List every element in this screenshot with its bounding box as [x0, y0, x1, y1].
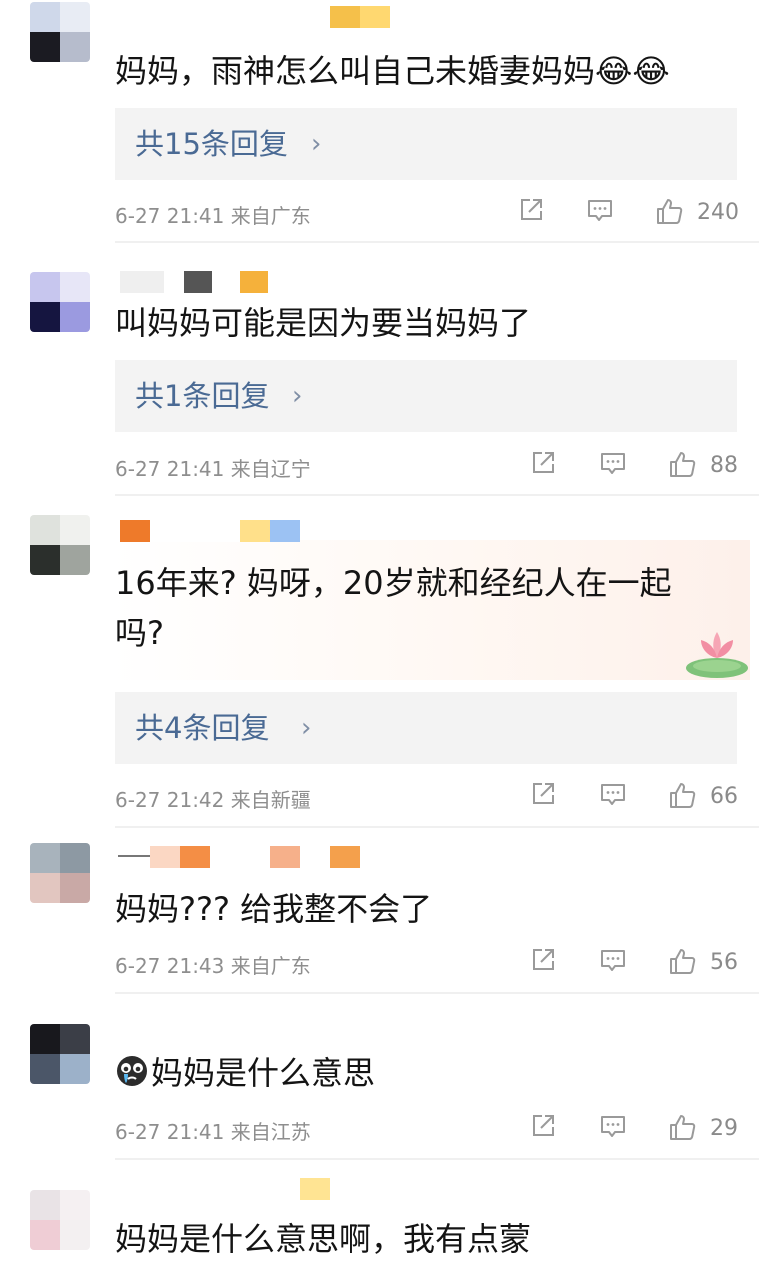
- timestamp: 6-27 21:41 来自江苏: [115, 1120, 311, 1144]
- thumbs-up-icon[interactable]: [668, 449, 698, 479]
- comment-meta: 6-27 21:42 来自新疆 66: [115, 780, 738, 814]
- thumbs-up-icon[interactable]: [668, 780, 698, 810]
- chevron-right-icon: ›: [311, 129, 322, 159]
- chevron-right-icon: ›: [301, 713, 312, 743]
- avatar[interactable]: [30, 843, 90, 903]
- share-icon[interactable]: [517, 196, 545, 224]
- comment-icon[interactable]: [599, 1112, 627, 1140]
- comment-text: 妈妈，雨神怎么叫自己未婚妻妈妈😂😂: [115, 52, 670, 90]
- divider: [115, 1158, 759, 1160]
- avatar[interactable]: [30, 515, 90, 575]
- share-icon[interactable]: [529, 449, 557, 477]
- comment-meta: 6-27 21:41 来自江苏 29: [115, 1112, 738, 1146]
- thumbs-up-icon[interactable]: [655, 196, 685, 226]
- username-censored[interactable]: [120, 520, 300, 542]
- comment-text-content: 妈妈是什么意思: [151, 1054, 376, 1092]
- timestamp: 6-27 21:41 来自广东: [115, 204, 311, 228]
- comment-icon[interactable]: [599, 449, 627, 477]
- reply-expander[interactable]: 共4条回复 ›: [115, 692, 737, 764]
- thumbs-up-icon[interactable]: [668, 946, 698, 976]
- crying-face-emoji: [115, 1052, 149, 1102]
- avatar[interactable]: [30, 1024, 90, 1084]
- chevron-right-icon: ›: [292, 381, 303, 411]
- divider: [115, 494, 759, 496]
- comment-text: 妈妈??? 给我整不会了: [115, 890, 433, 928]
- reply-count: 共4条回复: [135, 711, 270, 745]
- like-count: 240: [697, 200, 739, 225]
- divider: [115, 992, 759, 994]
- comment-meta: 6-27 21:41 来自辽宁 88: [115, 449, 738, 483]
- reply-expander[interactable]: 共15条回复 ›: [115, 108, 737, 180]
- comment-text: 妈妈是什么意思啊，我有点蒙: [115, 1220, 532, 1258]
- divider: [115, 241, 759, 243]
- lotus-sticker: [684, 624, 750, 684]
- like-count: 29: [710, 1116, 738, 1141]
- comment-meta: 6-27 21:43 来自广东 56: [115, 946, 738, 980]
- avatar[interactable]: [30, 1190, 90, 1250]
- like-count: 56: [710, 950, 738, 975]
- thumbs-up-icon[interactable]: [668, 1112, 698, 1142]
- avatar[interactable]: [30, 272, 90, 332]
- like-count: 88: [710, 453, 738, 478]
- username-censored[interactable]: [118, 846, 360, 868]
- reply-count: 共1条回复: [135, 379, 270, 413]
- like-count: 66: [710, 784, 738, 809]
- share-icon[interactable]: [529, 1112, 557, 1140]
- avatar[interactable]: [30, 2, 90, 62]
- username-censored[interactable]: [120, 271, 268, 293]
- username-censored[interactable]: [330, 6, 390, 28]
- share-icon[interactable]: [529, 780, 557, 808]
- share-icon[interactable]: [529, 946, 557, 974]
- comment-icon[interactable]: [599, 946, 627, 974]
- timestamp: 6-27 21:41 来自辽宁: [115, 457, 311, 481]
- comment-text: 妈妈是什么意思: [115, 1048, 737, 1102]
- timestamp: 6-27 21:43 来自广东: [115, 954, 311, 978]
- username-censored[interactable]: [300, 1178, 330, 1200]
- timestamp: 6-27 21:42 来自新疆: [115, 788, 311, 812]
- reply-count: 共15条回复: [135, 127, 288, 161]
- comment-text: 叫妈妈可能是因为要当妈妈了: [115, 304, 532, 342]
- comment-text: 16年来? 妈呀，20岁就和经纪人在一起吗?: [115, 564, 672, 652]
- divider: [115, 826, 759, 828]
- comment-meta: 6-27 21:41 来自广东 240: [115, 196, 739, 230]
- comment-icon[interactable]: [599, 780, 627, 808]
- reply-expander[interactable]: 共1条回复 ›: [115, 360, 737, 432]
- comment-icon[interactable]: [586, 196, 614, 224]
